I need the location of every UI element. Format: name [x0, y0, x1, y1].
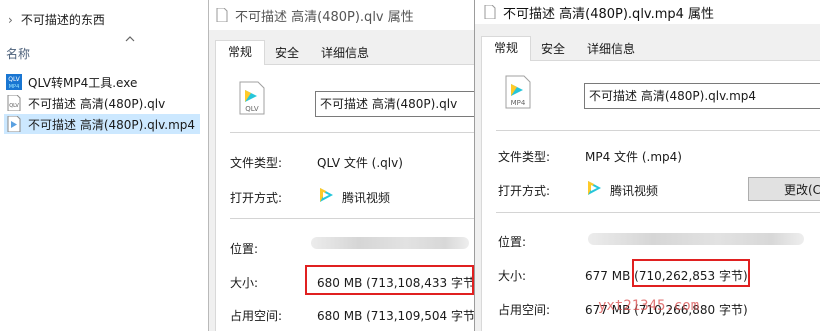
file-explorer: › 不可描述的东西 名称 QLV MP4 QLV转MP4工具.exe QLV 不可…: [0, 0, 208, 331]
column-header-name[interactable]: 名称: [6, 45, 30, 62]
tencent-video-icon: [320, 188, 333, 202]
file-item-qlv[interactable]: QLV 不可描述 高清(480P).qlv: [4, 93, 200, 113]
document-icon: [216, 8, 228, 22]
svg-text:QLV: QLV: [245, 105, 259, 113]
disk-size-label: 占用空间:: [498, 303, 551, 317]
tencent-video-icon: [588, 181, 601, 195]
document-icon: [484, 5, 496, 19]
dialog-title: 不可描述 高清(480P).qlv.mp4 属性: [503, 6, 715, 22]
change-button[interactable]: 更改(C): [748, 177, 820, 201]
tab-bar: 常规 安全 详细信息: [215, 40, 475, 66]
tab-details[interactable]: 详细信息: [313, 42, 377, 64]
properties-dialog-mp4: 不可描述 高清(480P).qlv.mp4 属性 常规 安全 详细信息 MP4 …: [474, 0, 820, 331]
open-with-label: 打开方式:: [498, 184, 551, 198]
size-label: 大小:: [230, 276, 259, 290]
watermark: yxt21345.com: [598, 298, 700, 314]
open-with-label: 打开方式:: [230, 191, 283, 205]
qlv-file-large-icon: QLV: [239, 81, 265, 115]
disk-size-value: 680 MB (713,109,504 字节): [317, 309, 480, 323]
properties-dialog-qlv: 不可描述 高清(480P).qlv 属性 常规 安全 详细信息 QLV 不可描述…: [208, 0, 482, 331]
dialog-title: 不可描述 高清(480P).qlv 属性: [235, 9, 414, 25]
separator: [496, 130, 820, 131]
location-label: 位置:: [230, 242, 259, 256]
tab-security[interactable]: 安全: [265, 42, 309, 64]
file-item-exe[interactable]: QLV MP4 QLV转MP4工具.exe: [4, 72, 200, 92]
separator: [496, 212, 820, 213]
location-value-blurred: [588, 233, 804, 245]
file-type-label: 文件类型:: [498, 150, 551, 164]
open-with-value: 腾讯视频: [342, 191, 391, 205]
file-item-mp4[interactable]: 不可描述 高清(480P).qlv.mp4: [4, 114, 200, 134]
tab-security[interactable]: 安全: [531, 38, 575, 60]
svg-text:MP4: MP4: [9, 84, 20, 90]
svg-text:QLV: QLV: [8, 76, 20, 83]
sort-up-icon[interactable]: [125, 34, 135, 44]
tab-general[interactable]: 常规: [481, 36, 531, 62]
filename-field[interactable]: 不可描述 高清(480P).qlv: [315, 91, 482, 117]
breadcrumb[interactable]: › 不可描述的东西: [8, 11, 105, 28]
file-name: 不可描述 高清(480P).qlv: [28, 96, 166, 111]
svg-text:MP4: MP4: [511, 99, 526, 107]
file-type-value: QLV 文件 (.qlv): [317, 156, 403, 170]
size-value-mb: 677 MB: [585, 269, 631, 283]
tab-details[interactable]: 详细信息: [579, 38, 643, 60]
title-bar[interactable]: 不可描述 高清(480P).qlv.mp4 属性: [475, 0, 820, 24]
qlv-file-icon: QLV: [7, 95, 21, 111]
separator: [230, 218, 475, 219]
folder-name: 不可描述的东西: [20, 13, 105, 27]
file-name: 不可描述 高清(480P).qlv.mp4: [28, 117, 196, 132]
separator: [230, 132, 475, 133]
size-highlight-box: [632, 259, 750, 287]
file-type-label: 文件类型:: [230, 156, 283, 170]
general-panel: MP4 不可描述 高清(480P).qlv.mp4 文件类型: MP4 文件 (…: [481, 61, 820, 331]
qlv-exe-icon: QLV MP4: [6, 74, 22, 90]
file-type-value: MP4 文件 (.mp4): [585, 150, 682, 164]
title-bar[interactable]: 不可描述 高清(480P).qlv 属性: [209, 0, 475, 30]
filename-field[interactable]: 不可描述 高清(480P).qlv.mp4: [584, 83, 820, 109]
disk-size-label: 占用空间:: [230, 309, 283, 323]
location-value-blurred: [311, 237, 469, 249]
mp4-file-large-icon: MP4: [505, 75, 531, 109]
svg-text:QLV: QLV: [9, 103, 19, 109]
tab-bar: 常规 安全 详细信息: [481, 36, 820, 62]
general-panel: QLV 不可描述 高清(480P).qlv 文件类型: QLV 文件 (.qlv…: [215, 65, 482, 331]
size-label: 大小:: [498, 269, 527, 283]
size-highlight-box: [305, 265, 474, 295]
location-label: 位置:: [498, 235, 527, 249]
mp4-file-icon: [7, 116, 21, 132]
open-with-value: 腾讯视频: [610, 184, 659, 198]
tab-general[interactable]: 常规: [215, 40, 265, 66]
chevron-right-icon: ›: [8, 13, 13, 27]
file-name: QLV转MP4工具.exe: [28, 75, 138, 90]
